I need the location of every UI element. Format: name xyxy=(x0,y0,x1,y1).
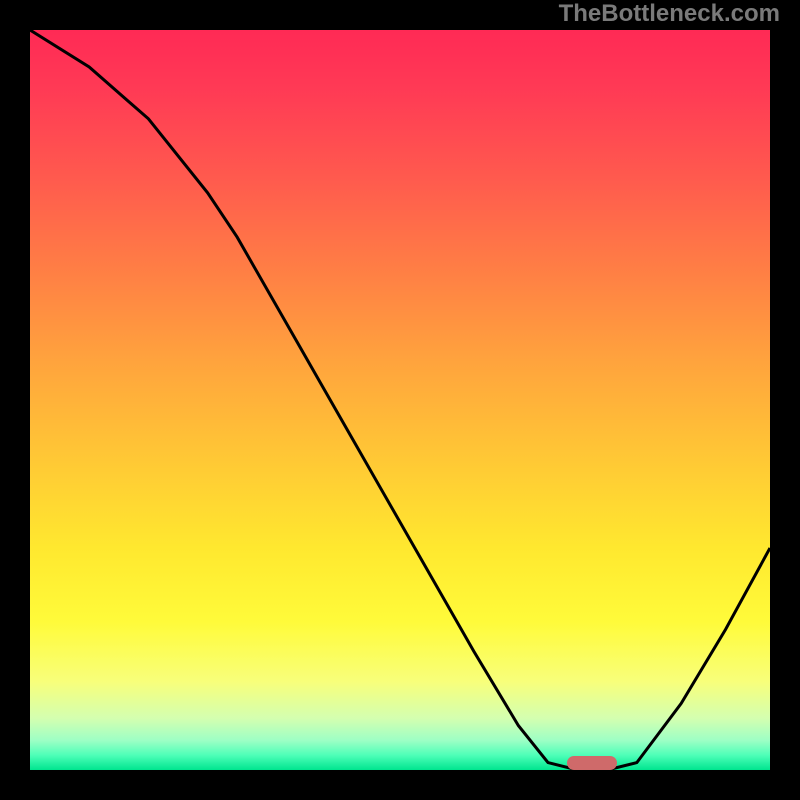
watermark-text: TheBottleneck.com xyxy=(559,2,780,26)
highlight-marker xyxy=(567,756,617,770)
chart-frame: TheBottleneck.com xyxy=(0,0,800,800)
plot-area xyxy=(30,30,770,770)
curve-path xyxy=(30,30,770,770)
line-curve xyxy=(30,30,770,770)
